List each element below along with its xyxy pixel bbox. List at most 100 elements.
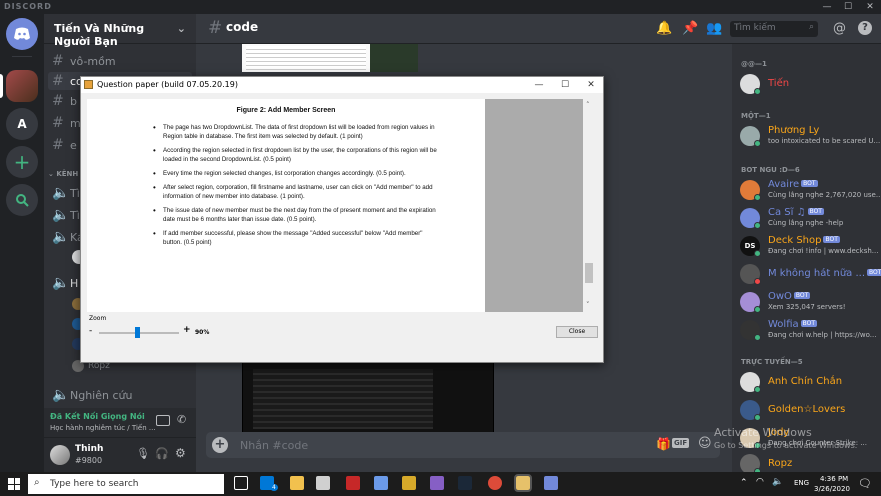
voice-channel-3[interactable]: 🔈 Ká [52,228,84,246]
bot-badge: BOT [801,180,818,187]
channel-vo-mom[interactable]: # vô-mồm [52,52,116,70]
member-item[interactable]: Ca Sĩ ♫ BOT Cùng lắng nghe -help [740,206,881,230]
channel-e[interactable]: # e [52,136,77,154]
app-active-icon[interactable] [514,474,532,492]
user-tag: #9800 [75,456,103,465]
list-item: The issue date of new member must be the… [153,206,443,224]
scrollbar-thumb[interactable] [585,263,593,283]
language-indicator[interactable]: ENG [794,479,809,487]
notifications-icon[interactable]: 🗨 [858,477,872,490]
emoji-icon[interactable]: ☺ [698,436,712,451]
visual-studio-icon[interactable] [430,476,444,490]
server-tien-avatar[interactable] [6,70,38,102]
clock-date[interactable]: 3/26/2020 [814,485,850,493]
app-cube-icon[interactable] [374,476,388,490]
server-rail: A + [0,14,44,472]
member-category: TRỰC TUYẾN—5 [741,358,803,366]
member-item[interactable]: DS Deck Shop BOT Đang chơi !info | www.de… [740,234,881,258]
list-item: Every time the region selected changes, … [153,169,443,178]
disconnect-icon[interactable]: ✆ [177,413,186,426]
member-item[interactable]: Phương Ly too intoxicated to be scared U… [740,124,881,148]
file-explorer-icon[interactable] [290,476,304,490]
server-a-icon[interactable]: A [6,108,38,140]
help-icon[interactable]: ? [858,21,872,35]
gear-icon[interactable]: ⚙ [175,446,186,460]
store-app-icon[interactable] [316,476,330,490]
app-yellow-icon[interactable] [402,476,416,490]
voice-channel-1[interactable]: 🔈 Tì [52,184,80,202]
close-window-button[interactable]: ✕ [860,0,880,14]
member-item[interactable]: Wolfia BOT Đang chơi w.help | https://wo.… [740,318,881,342]
requirements-list: The page has two DropdownList. The data … [153,123,443,252]
hash-icon: # [208,18,223,38]
scroll-up-icon[interactable]: ˄ [586,101,590,109]
close-window-button[interactable]: ✕ [578,77,604,93]
search-input[interactable]: Tìm kiếm ⌕ [730,21,818,37]
maximize-button[interactable]: ☐ [838,0,858,14]
voice-channel-2[interactable]: 🔈 Tì [52,206,80,224]
gif-icon[interactable]: GIF [672,438,690,448]
gift-icon[interactable]: 🎁 [656,437,671,451]
member-category: @@—1 [741,60,767,68]
member-item[interactable]: Golden☆Lovers [740,398,881,422]
zoom-slider-thumb[interactable] [135,327,140,338]
message-input[interactable]: + Nhắn #code 🎁 GIF ☺ [206,432,720,458]
add-server-icon[interactable]: + [6,146,38,178]
add-attachment-icon[interactable]: + [212,437,228,453]
maximize-button[interactable]: ☐ [552,77,578,93]
member-item[interactable]: M không hát nữa ... BOT [740,262,881,286]
voice-channel-active[interactable]: 🔈 H [52,274,78,292]
home-discord-icon[interactable] [6,18,38,50]
status-online-icon [754,386,761,393]
member-item[interactable]: Ropz [740,452,881,472]
volume-icon[interactable]: 🔈 [772,477,783,487]
clock-time[interactable]: 4:36 PM [820,475,848,483]
mention-icon[interactable]: @ [833,21,846,36]
voice-channel-nghien-cuu[interactable]: 🔈 Nghiên cứu [52,386,132,404]
show-hidden-icons-icon[interactable]: ⌃ [740,478,748,488]
app-red-icon[interactable] [346,476,360,490]
status-dnd-icon [754,278,761,285]
document-viewer[interactable]: Figure 2: Add Member Screen The page has… [87,99,595,312]
minimize-button[interactable]: — [526,77,552,93]
discord-taskbar-icon[interactable] [544,476,558,490]
explore-servers-icon[interactable] [6,184,38,216]
attachment-screenshot[interactable] [242,44,418,72]
avatar[interactable] [50,445,70,465]
network-icon[interactable]: ◠ [756,477,764,487]
pin-icon[interactable]: 📌 [682,21,698,36]
taskbar-search-input[interactable]: ⌕ Type here to search [28,474,224,494]
search-icon: ⌕ [808,22,814,32]
windows-start-icon[interactable] [8,478,20,490]
steam-icon[interactable] [458,476,472,490]
guild-header[interactable]: Tiến Và Những Người Bạn ⌄ [44,14,196,48]
minimize-button[interactable]: — [817,0,837,14]
speaker-icon: 🔈 [52,207,70,223]
bell-icon[interactable]: 🔔 [656,21,672,36]
headphones-icon[interactable]: 🎧 [155,447,169,460]
screen-share-icon[interactable] [156,415,170,426]
member-item[interactable]: Tiến [740,72,881,96]
bot-badge: BOT [807,208,824,215]
task-view-icon[interactable] [234,476,248,490]
chat-header: # code 🔔 📌 👥 Tìm kiếm ⌕ @ ? [196,14,881,44]
list-item: If add member successful, please show th… [153,229,443,247]
microphone-icon[interactable]: 🎙 [136,447,150,460]
voice-connected-channel[interactable]: Học hành nghiêm túc / Tiến ... [50,424,156,432]
members-icon[interactable]: 👥 [706,21,722,36]
member-item[interactable]: Avaire BOT Cùng lắng nghe 2,767,020 use..… [740,178,881,202]
document-page: Figure 2: Add Member Screen The page has… [87,99,485,312]
zoom-in-button[interactable]: + [183,325,191,335]
window-titlebar[interactable]: Question paper (build 07.05.20.19) — ☐ ✕ [81,77,603,93]
member-item[interactable]: Anh Chín Chắn [740,370,881,394]
scroll-down-icon[interactable]: ˅ [586,301,590,309]
zoom-out-button[interactable]: - [89,326,92,336]
channel-m[interactable]: # m [52,114,81,132]
chrome-icon[interactable] [488,476,502,490]
member-item[interactable]: OwO BOT Xem 325,047 servers! [740,290,881,314]
channel-b[interactable]: # b [52,92,77,110]
vertical-scrollbar[interactable]: ˄ ˅ [583,99,595,312]
hash-icon: # [52,73,64,89]
user-name: Thinh [75,444,104,454]
close-button[interactable]: Close [556,326,598,338]
